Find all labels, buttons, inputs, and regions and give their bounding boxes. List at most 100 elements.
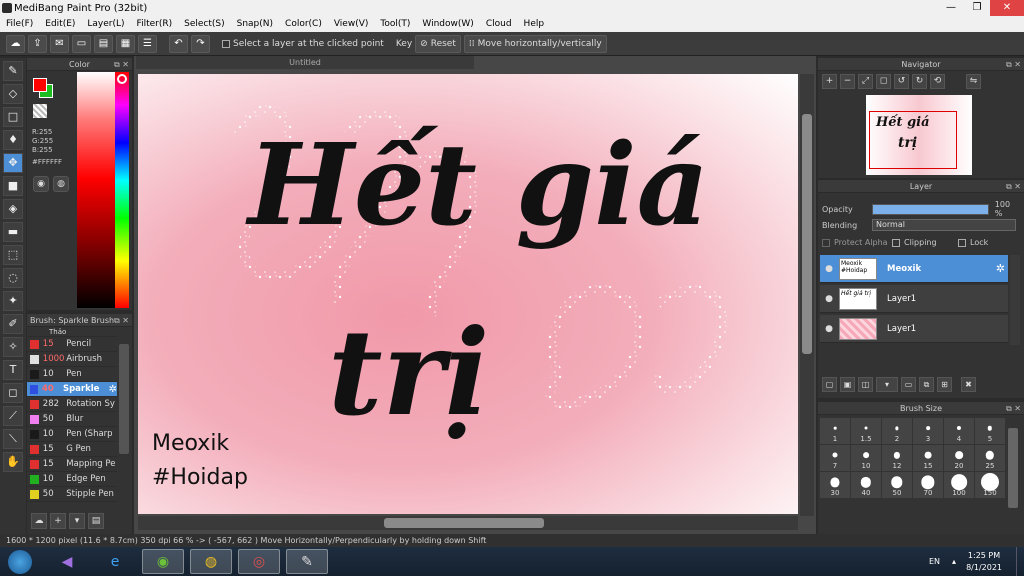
brush-size-cell[interactable]: 150 (975, 472, 1005, 498)
hue-slider[interactable] (115, 72, 129, 308)
gear-icon[interactable]: ✲ (109, 384, 117, 395)
cloud-brush-icon[interactable]: ☁ (31, 513, 47, 529)
actual-size-icon[interactable]: ◻ (876, 74, 891, 89)
trash-icon[interactable]: ✖ (961, 377, 976, 392)
brush-size-cell[interactable]: 10 (851, 445, 881, 471)
brush-size-cell[interactable]: 40 (851, 472, 881, 498)
comment-icon[interactable]: ✉ (50, 34, 69, 53)
cloud-icon[interactable]: ☁ (6, 34, 25, 53)
new-halftone-layer-icon[interactable]: ▣ (840, 377, 855, 392)
dot-tool-icon[interactable]: □ (3, 107, 23, 127)
menu-file[interactable]: File(F) (6, 19, 33, 29)
duplicate-layer-icon[interactable]: ⧉ (919, 377, 934, 392)
hand-tool-icon[interactable]: ✋ (3, 452, 23, 472)
shape-fill-icon[interactable]: ■ (3, 176, 23, 196)
transparent-color-swatch[interactable] (33, 104, 47, 118)
menu-view[interactable]: View(V) (334, 19, 369, 29)
rotate-right-icon[interactable]: ↻ (912, 74, 927, 89)
visibility-icon[interactable]: ● (824, 264, 834, 274)
move-hv-button[interactable]: ⁞⁞ Move horizontally/vertically (463, 34, 607, 53)
panel-menu-icon[interactable]: ⧉ ✕ (114, 314, 129, 327)
brush-size-cell[interactable]: 1.5 (851, 418, 881, 444)
bucket-tool-icon[interactable]: ◈ (3, 199, 23, 219)
minimize-button[interactable]: — (938, 0, 964, 16)
saturation-value-picker[interactable] (77, 72, 115, 308)
menu-filter[interactable]: Filter(R) (137, 19, 173, 29)
brush-item[interactable]: 1000 Airbrush (27, 352, 117, 367)
brush-size-cell[interactable]: 1 (820, 418, 850, 444)
eraser-tool-icon[interactable]: ◇ (3, 84, 23, 104)
lasso-icon[interactable]: ◌ (3, 268, 23, 288)
move-tool-icon[interactable]: ✥ (3, 153, 23, 173)
foreground-color-swatch[interactable] (33, 78, 47, 92)
select-layer-option[interactable]: Select a layer at the clicked point (222, 39, 384, 49)
upload-icon[interactable]: ⇪ (28, 34, 47, 53)
brush-size-scrollbar[interactable] (1008, 428, 1018, 508)
visual-studio-icon[interactable]: ◀ (46, 549, 88, 574)
new-1bit-layer-icon[interactable]: ◫ (858, 377, 873, 392)
text-tool-icon[interactable]: T (3, 360, 23, 380)
palette-icon[interactable]: ◉ (33, 176, 49, 192)
document-icon[interactable]: ▤ (94, 34, 113, 53)
settings-list-icon[interactable]: ☰ (138, 34, 157, 53)
menu-snap[interactable]: Snap(N) (237, 19, 273, 29)
close-button[interactable]: ✕ (990, 0, 1024, 16)
brush-size-cell[interactable]: 4 (944, 418, 974, 444)
start-button[interactable] (8, 549, 32, 574)
brush-item[interactable]: 15 Pencil (27, 337, 117, 352)
divide-tool-icon[interactable]: ◻ (3, 383, 23, 403)
magic-wand-icon[interactable]: ✦ (3, 291, 23, 311)
reset-button[interactable]: ⊘ Reset (415, 34, 461, 53)
menu-layer[interactable]: Layer(L) (87, 19, 124, 29)
menu-tool[interactable]: Tool(T) (380, 19, 410, 29)
brush-size-cell[interactable]: 2 (882, 418, 912, 444)
menu-select[interactable]: Select(S) (184, 19, 225, 29)
show-desktop-button[interactable] (1016, 547, 1024, 576)
menu-window[interactable]: Window(W) (422, 19, 473, 29)
brush-item[interactable]: 15 G Pen (27, 442, 117, 457)
vertical-scroll-thumb[interactable] (802, 114, 812, 354)
horizontal-scroll-thumb[interactable] (384, 518, 544, 528)
material-icon[interactable]: ▦ (116, 34, 135, 53)
brush-size-cell[interactable]: 12 (882, 445, 912, 471)
protect-alpha-checkbox[interactable] (822, 238, 830, 247)
panel-menu-icon[interactable]: ⧉ ✕ (1006, 402, 1021, 415)
folder-icon[interactable]: ▭ (901, 377, 916, 392)
medibang-icon[interactable]: ✎ (286, 549, 328, 574)
brush-size-cell[interactable]: 30 (820, 472, 850, 498)
language-indicator[interactable]: EN (929, 557, 940, 566)
brush-list-scrollbar[interactable] (119, 344, 129, 454)
merge-layer-icon[interactable]: ⊞ (937, 377, 952, 392)
gear-icon[interactable]: ✲ (996, 262, 1005, 275)
brush-item[interactable]: 50 Blur (27, 412, 117, 427)
new-layer-icon[interactable]: ▢ (822, 377, 837, 392)
brush-item[interactable]: 15 Mapping Pe (27, 457, 117, 472)
brush-size-cell[interactable]: 100 (944, 472, 974, 498)
blending-select[interactable]: Normal (872, 219, 1016, 231)
brush-item[interactable]: 282 Rotation Sy (27, 397, 117, 412)
brush-settings-icon[interactable]: ▤ (88, 513, 104, 529)
brush-size-cell[interactable]: 3 (913, 418, 943, 444)
brush-size-cell[interactable]: 25 (975, 445, 1005, 471)
browser-icon[interactable]: ◎ (238, 549, 280, 574)
brush-menu-icon[interactable]: ▾ (69, 513, 85, 529)
brush-size-cell[interactable]: 50 (882, 472, 912, 498)
brush-size-cell[interactable]: 15 (913, 445, 943, 471)
maximize-button[interactable]: ❐ (964, 0, 990, 16)
internet-explorer-icon[interactable]: e (94, 549, 136, 574)
visibility-icon[interactable]: ● (824, 324, 834, 334)
palette-settings-icon[interactable]: ◍ (53, 176, 69, 192)
select-pen-icon[interactable]: ✐ (3, 314, 23, 334)
coccoc-browser-icon[interactable]: ◉ (142, 549, 184, 574)
drawing-canvas[interactable]: Hết giá trị Meoxik #Hoidap (138, 74, 798, 514)
rotate-left-icon[interactable]: ↺ (894, 74, 909, 89)
eyedropper-icon[interactable]: ⟋ (3, 406, 23, 426)
chrome-icon[interactable]: ◍ (190, 549, 232, 574)
brush-size-cell[interactable]: 7 (820, 445, 850, 471)
select-layer-checkbox[interactable] (222, 39, 230, 48)
menu-color[interactable]: Color(C) (285, 19, 322, 29)
layer-row-layer1-text[interactable]: ● Hết giá trị Layer1 (820, 285, 1008, 313)
redo-icon[interactable]: ↷ (191, 34, 210, 53)
select-rect-icon[interactable]: ⬚ (3, 245, 23, 265)
clock[interactable]: 1:25 PM 8/1/2021 (966, 550, 1002, 574)
